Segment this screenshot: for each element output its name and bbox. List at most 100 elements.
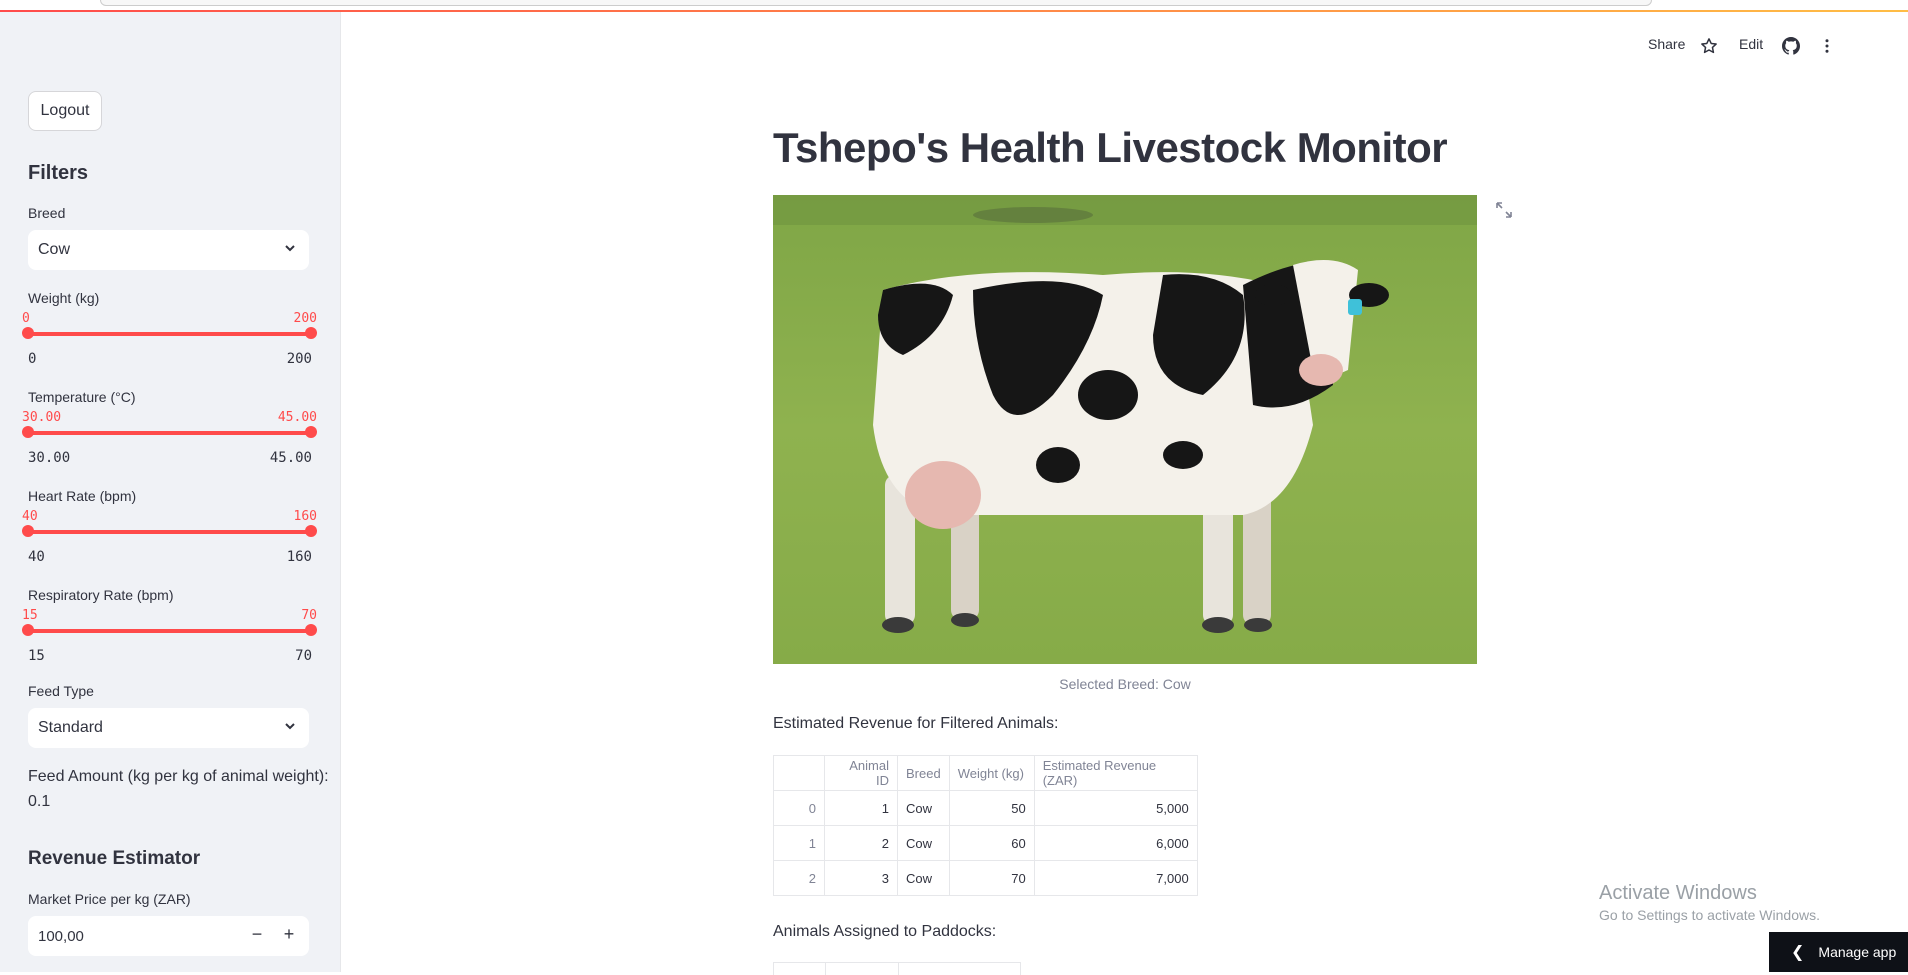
edit-button[interactable]: Edit xyxy=(1739,36,1763,52)
feed-amount-label: Feed Amount (kg per kg of animal weight)… xyxy=(28,768,329,785)
weight-range-min: 0 xyxy=(28,351,37,367)
table-divider xyxy=(898,963,899,975)
row-index: 1 xyxy=(773,825,825,861)
weight-cell: 60 xyxy=(948,825,1035,861)
temperature-slider[interactable]: 30.00 45.00 30.00 45.00 xyxy=(22,410,317,470)
weight-cell: 50 xyxy=(948,790,1035,826)
heart-rate-range-max: 160 xyxy=(286,549,312,565)
column-header-index[interactable] xyxy=(773,755,825,791)
temperature-slider-track xyxy=(28,431,311,435)
logout-button[interactable]: Logout xyxy=(28,91,102,131)
heart-rate-label: Heart Rate (bpm) xyxy=(28,488,137,504)
heart-rate-slider-high-value: 160 xyxy=(293,509,317,524)
row-index: 2 xyxy=(773,860,825,896)
weight-label: Weight (kg) xyxy=(28,290,100,306)
fullscreen-icon[interactable] xyxy=(1496,202,1512,218)
table-row[interactable]: 1 2 Cow 60 6,000 xyxy=(773,825,1198,861)
manage-app-label: Manage app xyxy=(1818,944,1897,960)
chevron-down-icon xyxy=(285,723,295,730)
weight-slider-low-handle[interactable] xyxy=(22,327,34,339)
cow-photo xyxy=(773,195,1477,664)
respiratory-rate-slider-track xyxy=(28,629,311,633)
temperature-slider-high-value: 45.00 xyxy=(277,410,317,425)
windows-activation-watermark: Activate Windows Go to Settings to activ… xyxy=(1599,882,1820,923)
heart-rate-slider-low-value: 40 xyxy=(22,509,38,524)
row-index: 0 xyxy=(773,790,825,826)
address-bar-edge xyxy=(100,0,1652,6)
temperature-slider-low-handle[interactable] xyxy=(22,426,34,438)
heart-rate-slider[interactable]: 40 160 40 160 xyxy=(22,509,317,569)
chevron-left-icon: ❮ xyxy=(1791,944,1805,961)
feed-amount-value: 0.1 xyxy=(28,793,51,810)
breed-label: Breed xyxy=(28,205,66,221)
more-vert-icon[interactable] xyxy=(1818,37,1836,55)
revenue-cell: 6,000 xyxy=(1033,825,1198,861)
filters-heading: Filters xyxy=(28,162,89,184)
respiratory-rate-slider[interactable]: 15 70 15 70 xyxy=(22,608,317,668)
breed-image xyxy=(773,195,1477,664)
breed-select-value: Cow xyxy=(38,241,71,258)
feed-type-select[interactable]: Standard xyxy=(28,708,309,748)
revenue-estimator-heading: Revenue Estimator xyxy=(28,848,201,869)
temperature-label: Temperature (°C) xyxy=(28,389,136,405)
respiratory-rate-range-min: 15 xyxy=(28,648,45,664)
decrement-button[interactable]: − xyxy=(245,924,269,945)
heart-rate-range-min: 40 xyxy=(28,549,45,565)
star-icon[interactable] xyxy=(1700,37,1718,55)
temperature-range-min: 30.00 xyxy=(28,450,71,466)
paddocks-heading: Animals Assigned to Paddocks: xyxy=(773,923,997,940)
feed-type-select-value: Standard xyxy=(38,719,103,736)
respiratory-rate-slider-high-value: 70 xyxy=(301,608,317,623)
respiratory-rate-slider-high-handle[interactable] xyxy=(305,624,317,636)
page-title: Tshepo's Health Livestock Monitor xyxy=(773,124,1448,171)
column-header-animal-id[interactable]: Animal ID xyxy=(824,755,898,791)
feed-type-label: Feed Type xyxy=(28,683,94,699)
sidebar: Logout Filters Breed Cow Weight (kg) 0 2… xyxy=(0,12,341,972)
weight-slider-high-handle[interactable] xyxy=(305,327,317,339)
column-header-weight[interactable]: Weight (kg) xyxy=(948,755,1035,791)
table-row[interactable]: 0 1 Cow 50 5,000 xyxy=(773,790,1198,826)
heart-rate-slider-track xyxy=(28,530,311,534)
watermark-subtitle: Go to Settings to activate Windows. xyxy=(1599,907,1820,923)
market-price-label: Market Price per kg (ZAR) xyxy=(28,891,191,907)
heart-rate-slider-high-handle[interactable] xyxy=(305,525,317,537)
heart-rate-slider-low-handle[interactable] xyxy=(22,525,34,537)
weight-slider-track xyxy=(28,332,311,336)
respiratory-rate-label: Respiratory Rate (bpm) xyxy=(28,587,174,603)
weight-slider-high-value: 200 xyxy=(293,311,317,326)
image-caption: Selected Breed: Cow xyxy=(1059,676,1191,692)
animal-id-cell: 3 xyxy=(824,860,898,896)
revenue-cell: 5,000 xyxy=(1033,790,1198,826)
chevron-down-icon xyxy=(285,245,295,252)
revenue-table-heading: Estimated Revenue for Filtered Animals: xyxy=(773,715,1059,732)
market-price-value: 100,00 xyxy=(38,927,84,945)
breed-cell: Cow xyxy=(897,790,950,826)
watermark-title: Activate Windows xyxy=(1599,882,1757,904)
animal-id-cell: 2 xyxy=(824,825,898,861)
paddocks-table[interactable] xyxy=(773,962,1021,975)
respiratory-rate-slider-low-handle[interactable] xyxy=(22,624,34,636)
browser-top-strip xyxy=(0,0,1908,12)
table-header-row: Animal ID Breed Weight (kg) Estimated Re… xyxy=(773,755,1198,791)
table-row[interactable]: 2 3 Cow 70 7,000 xyxy=(773,860,1198,896)
column-header-revenue[interactable]: Estimated Revenue (ZAR) xyxy=(1033,755,1198,791)
breed-select[interactable]: Cow xyxy=(28,230,309,270)
weight-slider[interactable]: 0 200 0 200 xyxy=(22,311,317,371)
breed-cell: Cow xyxy=(897,825,950,861)
app-toolbar: Share Edit xyxy=(1648,36,1908,58)
market-price-input[interactable]: 100,00 − + xyxy=(28,916,309,956)
weight-cell: 70 xyxy=(948,860,1035,896)
column-header-breed[interactable]: Breed xyxy=(897,755,950,791)
github-icon[interactable] xyxy=(1782,37,1800,55)
temperature-slider-high-handle[interactable] xyxy=(305,426,317,438)
revenue-table[interactable]: Animal ID Breed Weight (kg) Estimated Re… xyxy=(773,755,1198,896)
share-button[interactable]: Share xyxy=(1648,36,1685,52)
respiratory-rate-range-max: 70 xyxy=(295,648,312,664)
weight-slider-low-value: 0 xyxy=(22,311,30,326)
respiratory-rate-slider-low-value: 15 xyxy=(22,608,38,623)
temperature-slider-low-value: 30.00 xyxy=(22,410,62,425)
table-divider xyxy=(825,963,826,975)
manage-app-button[interactable]: ❮ Manage app xyxy=(1769,932,1908,972)
animal-id-cell: 1 xyxy=(824,790,898,826)
increment-button[interactable]: + xyxy=(277,924,301,945)
